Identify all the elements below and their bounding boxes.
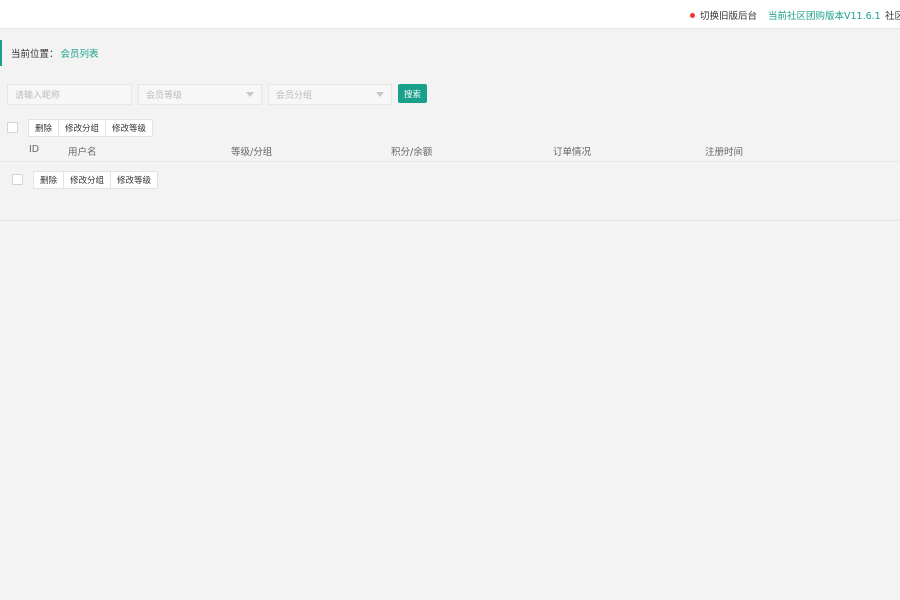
column-level-group: 等级/分组 xyxy=(231,147,273,158)
change-group-button-bottom[interactable]: 修改分组 xyxy=(64,172,112,188)
breadcrumb-label: 当前位置： xyxy=(11,49,59,60)
breadcrumb-current[interactable]: 会员列表 xyxy=(61,46,99,60)
chevron-down-icon xyxy=(376,92,384,97)
breadcrumb: 当前位置： 会员列表 xyxy=(0,40,300,66)
column-username: 用户名 xyxy=(68,147,97,158)
nickname-search-input[interactable]: 请输入昵称 xyxy=(7,84,132,105)
chevron-down-icon xyxy=(246,92,254,97)
change-group-button[interactable]: 修改分组 xyxy=(59,120,107,136)
column-orders: 订单情况 xyxy=(553,147,592,158)
change-level-button[interactable]: 修改等级 xyxy=(106,120,152,136)
nickname-search-placeholder: 请输入昵称 xyxy=(15,91,61,101)
delete-button-bottom[interactable]: 删除 xyxy=(34,172,65,188)
column-register-time: 注册时间 xyxy=(705,147,744,158)
select-all-checkbox-top[interactable] xyxy=(7,122,18,133)
member-group-select[interactable]: 会员分组 xyxy=(268,84,392,105)
batch-actions-bottom: 删除 修改分组 修改等级 xyxy=(33,171,159,189)
table-header: ID 用户名 等级/分组 积分/余额 订单情况 注册时间 xyxy=(0,144,900,162)
change-level-button-bottom[interactable]: 修改等级 xyxy=(111,172,157,188)
select-all-checkbox-bottom[interactable] xyxy=(12,174,23,185)
version-link[interactable]: 当前社区团购版本V11.6.1 xyxy=(768,8,881,22)
switch-old-backend-link[interactable]: 切换旧版后台 xyxy=(690,8,757,22)
column-points-balance: 积分/余额 xyxy=(391,147,433,158)
red-dot-icon xyxy=(690,12,695,18)
column-id: ID xyxy=(29,144,40,155)
switch-old-backend-label: 切换旧版后台 xyxy=(700,11,758,22)
delete-button[interactable]: 删除 xyxy=(29,120,60,136)
batch-actions-top: 删除 修改分组 修改等级 xyxy=(28,119,154,137)
member-group-placeholder: 会员分组 xyxy=(276,91,313,101)
panel-divider xyxy=(0,220,900,221)
search-button[interactable]: 搜索 xyxy=(398,84,427,103)
top-bar: 切换旧版后台 当前社区团购版本V11.6.1 社区 xyxy=(0,0,900,29)
member-level-select[interactable]: 会员等级 xyxy=(138,84,262,105)
member-level-placeholder: 会员等级 xyxy=(146,91,183,101)
community-link[interactable]: 社区 xyxy=(885,8,900,22)
